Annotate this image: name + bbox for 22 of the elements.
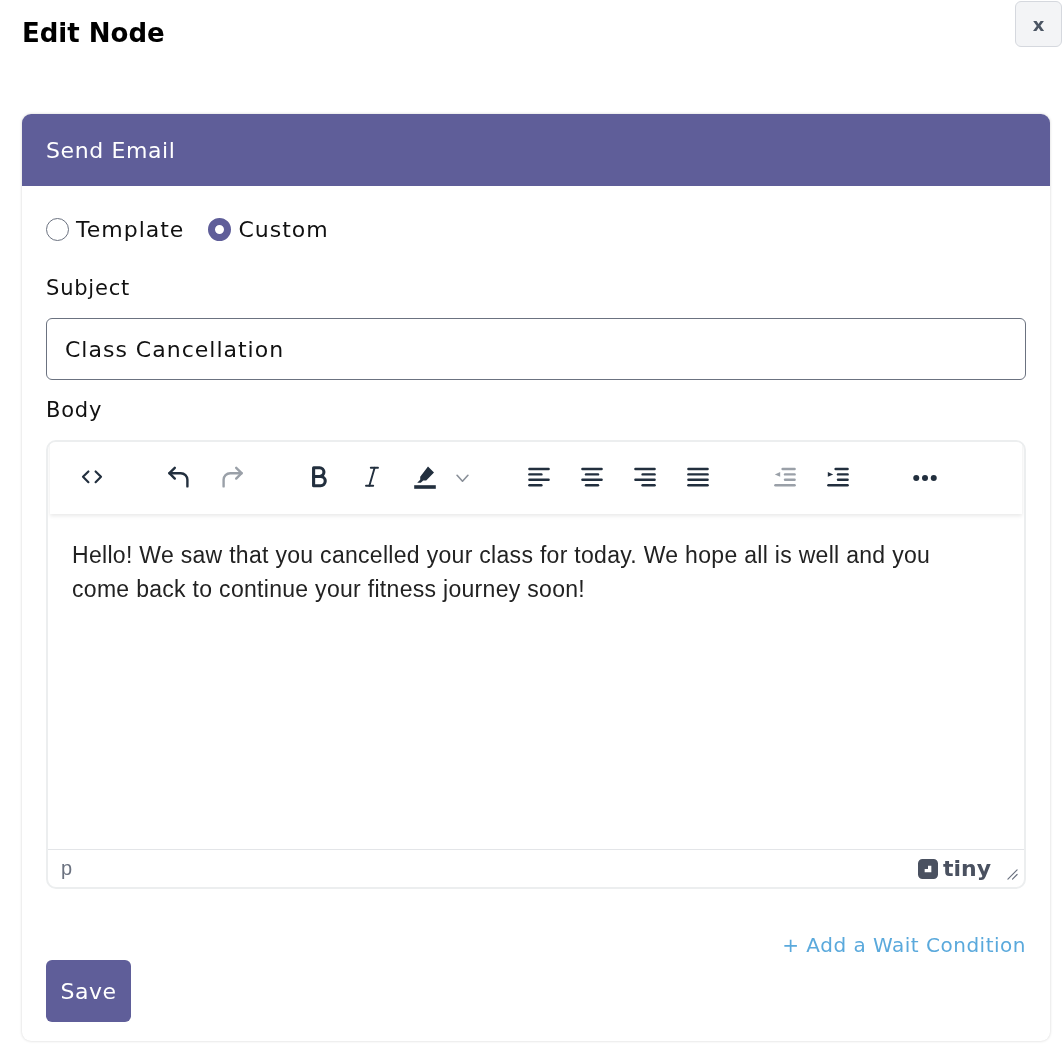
logo-icon [917, 858, 938, 879]
resize-handle-icon[interactable] [1007, 869, 1018, 880]
card-title: Send Email [46, 137, 176, 163]
body-label: Body [46, 398, 104, 422]
radio-button[interactable] [46, 217, 69, 241]
more-icon [913, 475, 937, 481]
save-button[interactable]: Save [46, 960, 131, 1022]
radio-label: Custom [238, 216, 329, 242]
email-body-text: Hello! We saw that you cancelled your class for today. We hope all is well and you come back to continue your fitness journey soon! [72, 541, 932, 604]
radio-label: Template [76, 216, 185, 242]
element-path[interactable]: p [61, 857, 73, 880]
radio-button[interactable] [208, 217, 232, 241]
subject-label: Subject [46, 276, 132, 300]
close-button[interactable]: x [1015, 1, 1062, 47]
logo-text: tiny [942, 856, 991, 881]
undo-icon [167, 466, 191, 490]
dialog-title: Edit Node [22, 18, 165, 48]
redo-icon [220, 466, 244, 490]
highlighter-icon [413, 466, 437, 490]
rich-text-field[interactable]: Hello! We saw that you cancelled your class for today. We hope all is well and you come back to continue your fitness journey soon! [48, 514, 1024, 849]
caret-icon [455, 473, 469, 483]
subject-input[interactable]: Class Cancellation [46, 318, 1026, 380]
